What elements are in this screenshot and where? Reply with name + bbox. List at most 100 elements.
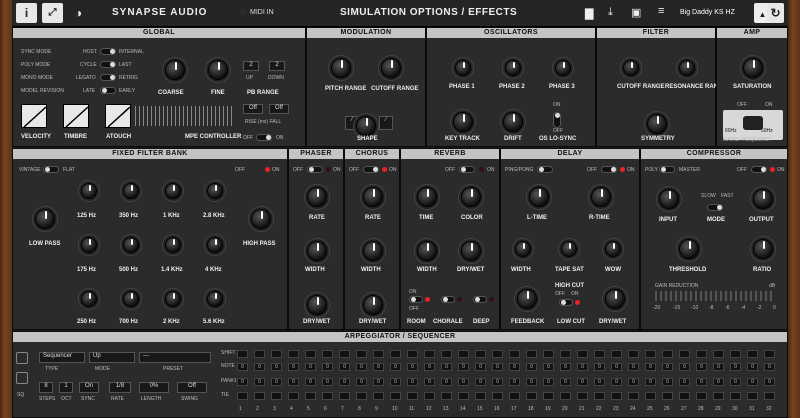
sequencer-step-cell[interactable]: 0 bbox=[662, 378, 673, 386]
save-icon[interactable]: ▣ bbox=[631, 6, 641, 19]
sequencer-step-cell[interactable]: 0 bbox=[492, 363, 503, 371]
sequencer-step-cell[interactable]: 0 bbox=[730, 363, 741, 371]
sequencer-step-cell[interactable] bbox=[764, 392, 775, 400]
wow-knob[interactable] bbox=[605, 241, 621, 257]
rate-value[interactable]: 1/8 bbox=[109, 382, 131, 393]
phaser-toggle[interactable] bbox=[307, 166, 323, 173]
phaser-width-knob[interactable] bbox=[307, 241, 327, 261]
drift-knob[interactable] bbox=[503, 112, 523, 132]
shape-knob[interactable] bbox=[356, 116, 376, 136]
sequencer-step-cell[interactable] bbox=[628, 392, 639, 400]
sequencer-step-cell[interactable]: 0 bbox=[271, 378, 282, 386]
sequencer-step-cell[interactable]: 0 bbox=[611, 363, 622, 371]
sequencer-step-cell[interactable] bbox=[509, 350, 520, 358]
sequencer-step-cell[interactable]: 0 bbox=[373, 378, 384, 386]
sequencer-step-cell[interactable]: 0 bbox=[305, 378, 316, 386]
poly-master-toggle[interactable] bbox=[659, 166, 675, 173]
sequencer-step-cell[interactable] bbox=[492, 350, 503, 358]
sequencer-step-cell[interactable]: 0 bbox=[339, 378, 350, 386]
room-toggle[interactable] bbox=[409, 296, 423, 303]
model-revision-toggle[interactable] bbox=[100, 87, 116, 94]
sequencer-step-cell[interactable]: 0 bbox=[679, 378, 690, 386]
sequencer-step-cell[interactable]: 0 bbox=[577, 378, 588, 386]
sequencer-step-cell[interactable] bbox=[390, 350, 401, 358]
band-knob[interactable] bbox=[165, 291, 181, 307]
sequencer-step-cell[interactable] bbox=[441, 392, 452, 400]
type-select[interactable]: Sequencer bbox=[39, 352, 85, 363]
feedback-knob[interactable] bbox=[517, 289, 537, 309]
sequencer-step-cell[interactable] bbox=[237, 392, 248, 400]
band-knob[interactable] bbox=[123, 237, 139, 253]
sequencer-step-cell[interactable]: 0 bbox=[373, 363, 384, 371]
sequencer-step-cell[interactable] bbox=[390, 392, 401, 400]
sequencer-step-cell[interactable] bbox=[305, 392, 316, 400]
sequencer-step-cell[interactable]: 0 bbox=[271, 363, 282, 371]
reverb-time-knob[interactable] bbox=[417, 187, 437, 207]
sequencer-step-cell[interactable] bbox=[458, 392, 469, 400]
sequencer-step-cell[interactable]: 0 bbox=[305, 363, 316, 371]
sequencer-step-cell[interactable]: 0 bbox=[475, 378, 486, 386]
mono-mode-toggle[interactable] bbox=[100, 74, 116, 81]
sequencer-step-cell[interactable] bbox=[475, 392, 486, 400]
reverb-color-knob[interactable] bbox=[461, 187, 481, 207]
sequencer-step-cell[interactable]: 0 bbox=[543, 378, 554, 386]
sequencer-step-cell[interactable] bbox=[645, 350, 656, 358]
sequencer-step-cell[interactable]: 0 bbox=[441, 363, 452, 371]
sequencer-step-cell[interactable]: 0 bbox=[696, 363, 707, 371]
sequencer-step-cell[interactable] bbox=[288, 350, 299, 358]
info-button[interactable]: i bbox=[16, 3, 37, 23]
sequencer-step-cell[interactable] bbox=[560, 350, 571, 358]
sequencer-step-cell[interactable]: 0 bbox=[526, 363, 537, 371]
sequencer-step-cell[interactable]: 0 bbox=[628, 363, 639, 371]
symmetry-knob[interactable] bbox=[647, 114, 667, 134]
sequencer-step-cell[interactable] bbox=[458, 350, 469, 358]
sequencer-step-cell[interactable]: 0 bbox=[764, 378, 775, 386]
steps-value[interactable]: 8 bbox=[39, 382, 53, 393]
sequencer-step-cell[interactable] bbox=[254, 350, 265, 358]
sequencer-step-cell[interactable]: 0 bbox=[407, 363, 418, 371]
sequencer-step-cell[interactable] bbox=[475, 350, 486, 358]
tape-sat-knob[interactable] bbox=[561, 241, 577, 257]
sequencer-step-cell[interactable] bbox=[594, 392, 605, 400]
band-knob[interactable] bbox=[207, 237, 223, 253]
ping-pong-toggle[interactable] bbox=[537, 166, 553, 173]
mains-plug[interactable] bbox=[723, 110, 783, 140]
sequencer-step-cell[interactable]: 0 bbox=[560, 378, 571, 386]
cutoff-range-knob[interactable] bbox=[381, 58, 401, 78]
high-cut-toggle[interactable] bbox=[559, 299, 573, 306]
mpe-toggle[interactable] bbox=[256, 134, 272, 141]
sequencer-step-cell[interactable]: 0 bbox=[696, 378, 707, 386]
reverb-drywet-knob[interactable] bbox=[461, 241, 481, 261]
sequencer-step-cell[interactable]: 0 bbox=[509, 363, 520, 371]
sequencer-step-cell[interactable]: 0 bbox=[424, 378, 435, 386]
sequencer-step-cell[interactable]: 0 bbox=[645, 378, 656, 386]
sequencer-step-cell[interactable] bbox=[764, 350, 775, 358]
sequencer-step-cell[interactable]: 0 bbox=[560, 363, 571, 371]
sequencer-step-cell[interactable] bbox=[322, 350, 333, 358]
os-lo-sync-switch[interactable] bbox=[553, 112, 561, 128]
sequencer-step-cell[interactable]: 0 bbox=[577, 363, 588, 371]
reverb-width-knob[interactable] bbox=[417, 241, 437, 261]
fall-value[interactable]: Off bbox=[269, 104, 289, 114]
sequencer-step-cell[interactable] bbox=[509, 392, 520, 400]
l-time-knob[interactable] bbox=[529, 187, 549, 207]
resonance-range-knob[interactable] bbox=[679, 60, 695, 76]
refresh-button[interactable]: ↻ bbox=[767, 3, 784, 23]
sequencer-step-cell[interactable] bbox=[611, 350, 622, 358]
sequencer-step-cell[interactable] bbox=[713, 392, 724, 400]
velocity-curve[interactable] bbox=[21, 104, 47, 128]
resize-button[interactable]: ⤢ bbox=[42, 3, 63, 23]
length-value[interactable]: 0% bbox=[139, 382, 169, 393]
sequencer-step-cell[interactable] bbox=[373, 350, 384, 358]
theme-button[interactable]: ◑ bbox=[68, 3, 89, 23]
sequencer-step-cell[interactable]: 0 bbox=[628, 378, 639, 386]
band-knob[interactable] bbox=[81, 237, 97, 253]
sync-value[interactable]: On bbox=[79, 382, 99, 393]
shape-b-button[interactable]: ⁄ bbox=[379, 116, 393, 130]
swing-value[interactable]: Off bbox=[177, 382, 207, 393]
sequencer-step-cell[interactable]: 0 bbox=[390, 378, 401, 386]
sequencer-step-cell[interactable]: 0 bbox=[356, 378, 367, 386]
sequencer-step-cell[interactable]: 0 bbox=[424, 363, 435, 371]
mode-toggle[interactable] bbox=[707, 204, 723, 211]
sequencer-step-cell[interactable] bbox=[424, 392, 435, 400]
